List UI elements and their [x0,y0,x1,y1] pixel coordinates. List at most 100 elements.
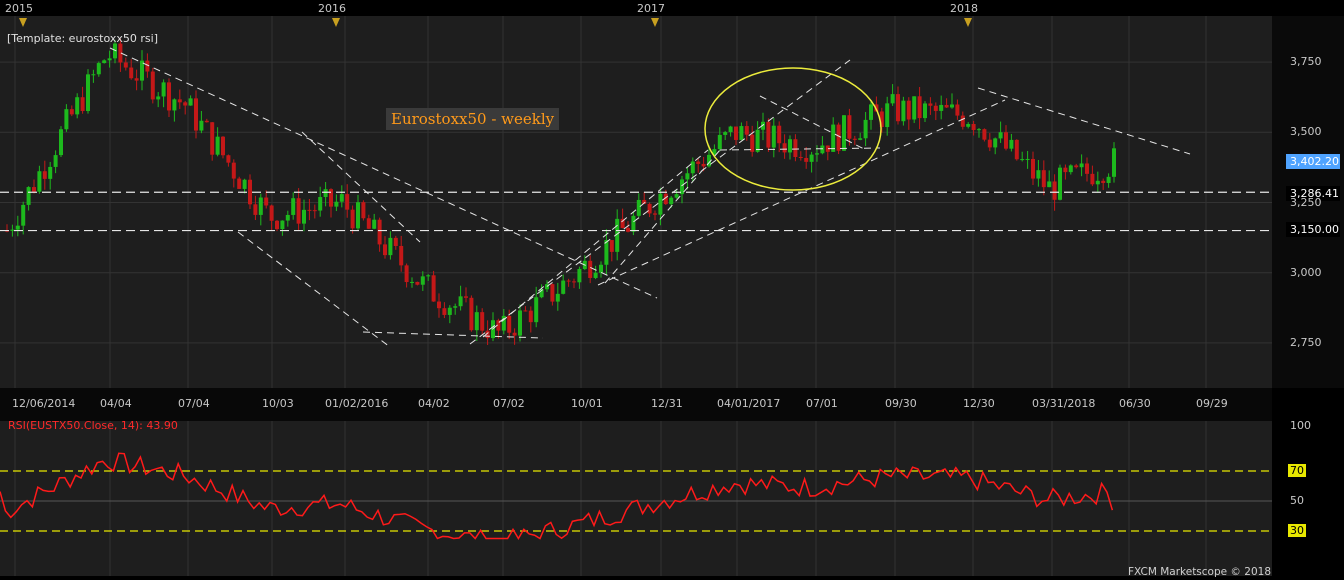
candle-body [226,155,231,163]
candle-body [863,119,868,139]
candle-body [561,280,566,294]
candle-body [636,199,641,216]
candle-body [269,205,274,221]
candle-body [291,198,296,215]
candle-body [334,201,339,207]
price-tick-label: 3,250 [1290,195,1322,209]
candle-body [1004,132,1008,149]
price-tick-label: 3,000 [1290,265,1322,279]
candle-body [1068,165,1073,173]
candle-body [96,63,101,75]
candle-body [917,96,922,119]
candle-body [183,102,188,106]
candle-body [852,138,857,140]
candle-body [798,156,803,158]
candle-body [399,245,404,266]
candle-body [10,229,15,231]
candle-body [658,193,663,215]
candle-body [204,120,209,123]
candle-body [453,306,458,308]
candle-body [64,109,69,130]
candle-body [788,139,792,153]
candle-body [906,100,911,120]
candle-body [210,122,215,155]
candle-body [933,105,938,111]
candle-body [464,296,468,298]
candle-body [912,96,917,120]
candle-body [415,281,420,285]
candle-body [248,179,252,205]
last-price-tag: 3,402.20 [1287,154,1342,169]
candle-body [534,297,539,323]
candle-body [339,194,344,202]
price-tick-label: 3,750 [1290,55,1322,69]
candle-body [258,197,263,215]
candle-body [42,171,47,179]
candle-body [609,240,614,252]
candle-body [653,213,657,215]
candle-body [804,157,809,162]
last-price-value: 3,402.20 [1290,155,1339,168]
candle-body [48,166,53,179]
date-tick-label: 09/30 [885,397,917,410]
candle-body [550,284,555,302]
candle-body [1041,170,1046,188]
candle-body [37,171,42,192]
candle-body [172,99,177,111]
candle-body [1014,139,1019,160]
candle-body [1025,158,1030,160]
candle-body [410,281,414,283]
candle-body [739,126,744,140]
candle-body [69,109,74,115]
candle-body [253,204,258,215]
candle-body [734,126,738,140]
candle-body [1058,167,1062,200]
candle-body [815,153,819,155]
candle-body [847,115,852,139]
rsi-level-label: 70 [1288,464,1306,477]
candle-body [1106,176,1111,183]
candle-body [431,275,436,302]
candle-body [194,98,198,131]
candle-body [723,132,728,135]
candle-body [593,272,598,278]
candle-body [701,163,706,167]
date-tick-label: 06/30 [1119,397,1151,410]
candle-body [923,103,927,119]
candle-body [1063,167,1068,173]
candle-body [1095,180,1100,185]
candle-body [977,129,981,131]
candle-body [669,197,674,205]
candle-body [474,312,479,331]
candle-body [896,94,900,122]
candle-body [836,124,841,151]
candle-body [318,197,323,211]
year-label: 2016 [318,2,346,15]
candle-body [696,161,701,164]
support-price-tag-2: 3,150.00 [1287,222,1342,237]
candle-body [480,312,485,331]
candle-body [820,145,825,154]
candle-body [469,297,474,331]
support-2-value: 3,150.00 [1290,223,1339,236]
candle-body [950,104,954,108]
candle-body [512,332,517,336]
candle-body [312,210,317,212]
date-tick-label: 01/02/2016 [325,397,389,410]
candle-body [831,124,836,152]
candle-body [717,134,722,150]
date-tick-label: 07/04 [178,397,210,410]
candle-body [572,281,576,283]
candle-body [1020,159,1025,161]
candle-body [507,315,512,333]
candle-body [366,218,371,229]
candle-body [426,275,431,277]
candle-body [971,124,976,130]
candle-body [890,94,895,104]
template-label: [Template: eurostoxx50 rsi] [7,32,158,45]
candle-body [215,136,220,155]
candle-body [960,115,965,127]
candle-body [296,198,301,224]
date-tick-label: 03/31/2018 [1032,397,1096,410]
candle-body [350,209,355,229]
